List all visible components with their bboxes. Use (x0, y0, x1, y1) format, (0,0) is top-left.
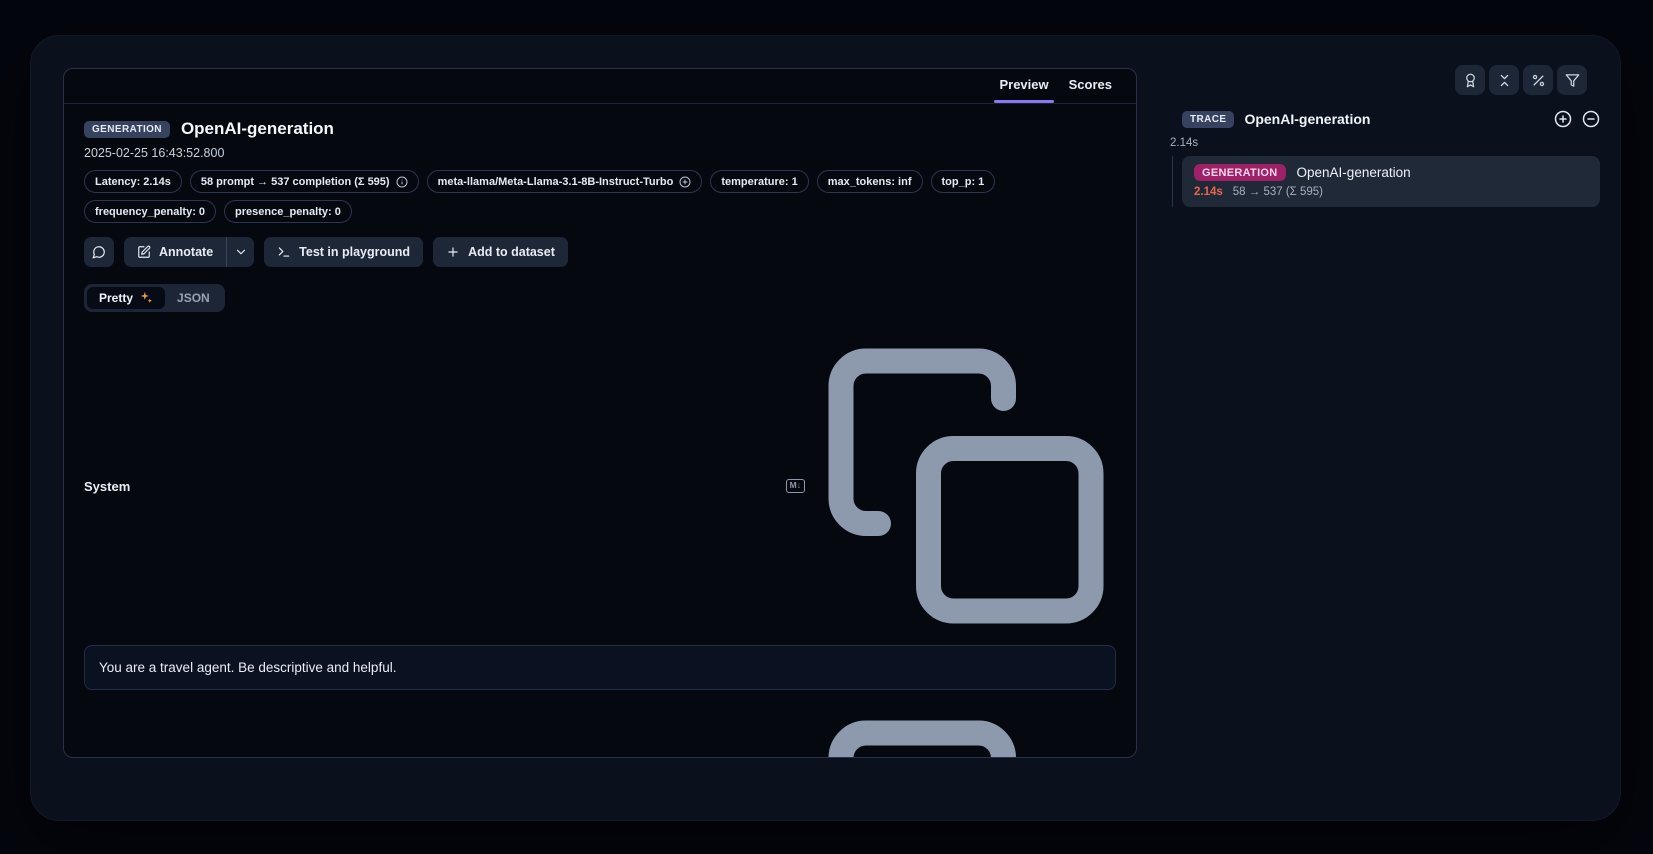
copy-icon[interactable] (816, 336, 1116, 636)
trace-badge: TRACE (1182, 111, 1234, 128)
metadata-pill: temperature: 1 (710, 170, 808, 193)
trace-tree-panel: TRACE OpenAI-generation 2.14s GENERATION… (1170, 110, 1600, 207)
trace-node-header: GENERATION OpenAI-generation (1194, 164, 1588, 181)
preview-panel: PreviewScores GENERATION OpenAI-generati… (63, 68, 1137, 758)
filter-icon (1565, 73, 1580, 88)
annotate-label: Annotate (159, 245, 213, 259)
trace-node-duration: 2.14s (1194, 186, 1223, 198)
trace-title: OpenAI-generation (1244, 111, 1370, 127)
pill-label: top_p: 1 (942, 176, 985, 188)
observation-timestamp: 2025-02-25 16:43:52.800 (84, 146, 1116, 160)
metadata-pill: Latency: 2.14s (84, 170, 182, 193)
toggle-json[interactable]: JSON (165, 287, 222, 309)
test-in-playground-button[interactable]: Test in playground (264, 237, 423, 267)
trace-node-title: OpenAI-generation (1297, 165, 1411, 180)
metadata-pill: top_p: 1 (931, 170, 996, 193)
action-row: Annotate Test in playground Add to datas… (84, 237, 1116, 267)
sparkles-icon (139, 291, 153, 305)
metadata-pills: Latency: 2.14s 58 prompt → 537 completion… (84, 170, 1024, 223)
plus-icon (446, 245, 460, 259)
trace-tree: GENERATION OpenAI-generation 2.14s 58 → … (1172, 156, 1600, 207)
award-icon (1463, 73, 1478, 88)
pill-label: temperature: 1 (721, 176, 797, 188)
collapse-vertical-icon (1497, 73, 1512, 88)
percent-icon (1531, 73, 1546, 88)
panel-body: GENERATION OpenAI-generation 2025-02-25 … (64, 104, 1136, 757)
pill-label: meta-llama/Meta-Llama-3.1-8B-Instruct-Tu… (438, 176, 674, 188)
tab-bar: PreviewScores (989, 69, 1122, 103)
filter-button[interactable] (1557, 65, 1587, 95)
message-header-icons: M↓ (786, 708, 1116, 757)
trace-node-generation[interactable]: GENERATION OpenAI-generation 2.14s 58 → … (1182, 156, 1600, 207)
message-list: System M↓ You are a travel agent. Be descr… (84, 318, 1116, 757)
view-toggle: Pretty JSON (84, 284, 225, 312)
pill-label: presence_penalty: 0 (235, 206, 341, 218)
comment-button[interactable] (84, 237, 114, 267)
info-icon[interactable] (396, 176, 408, 188)
panel-header: PreviewScores (64, 69, 1136, 104)
dataset-label: Add to dataset (468, 245, 555, 259)
copy-icon[interactable] (816, 708, 1116, 757)
trace-node-tokens: 58 → 537 (Σ 595) (1233, 186, 1323, 198)
message-content-system: You are a travel agent. Be descriptive a… (84, 645, 1116, 690)
message-header-icons: M↓ (786, 336, 1116, 636)
message-header-system: System M↓ (84, 336, 1116, 636)
trace-toolbar (1455, 65, 1587, 95)
terminal-icon (277, 245, 291, 259)
message-header-user: UserM↓ (84, 708, 1116, 757)
markdown-toggle-icon[interactable]: M↓ (786, 479, 805, 492)
square-pen-icon (137, 245, 151, 259)
page-background: PreviewScores GENERATION OpenAI-generati… (0, 0, 1653, 854)
annotate-split-button: Annotate (124, 237, 254, 267)
observation-title-row: GENERATION OpenAI-generation (84, 119, 1116, 139)
generation-badge: GENERATION (1194, 164, 1286, 181)
tab-scores[interactable]: Scores (1059, 69, 1122, 103)
pill-label: max_tokens: inf (828, 176, 912, 188)
pill-label: frequency_penalty: 0 (95, 206, 205, 218)
annotate-button[interactable]: Annotate (124, 237, 226, 267)
chevron-down-icon (234, 245, 248, 259)
expand-all-icon[interactable] (1554, 110, 1572, 128)
metadata-pill: presence_penalty: 0 (224, 200, 352, 223)
metadata-pill: 58 prompt → 537 completion (Σ 595) (190, 170, 419, 193)
circle-plus-icon[interactable] (679, 176, 691, 188)
pill-label: 58 prompt → 537 completion (Σ 595) (201, 176, 390, 188)
message-role-label: System (84, 479, 130, 494)
metadata-pill: frequency_penalty: 0 (84, 200, 216, 223)
collapse-vertical-button[interactable] (1489, 65, 1519, 95)
toggle-pretty[interactable]: Pretty (87, 287, 165, 309)
playground-label: Test in playground (299, 245, 410, 259)
tab-preview[interactable]: Preview (989, 69, 1058, 103)
annotate-menu-button[interactable] (226, 237, 254, 267)
observation-type-badge: GENERATION (84, 121, 170, 138)
add-to-dataset-button[interactable]: Add to dataset (433, 237, 568, 267)
award-button[interactable] (1455, 65, 1485, 95)
page-title: OpenAI-generation (181, 119, 334, 139)
collapse-all-icon[interactable] (1582, 110, 1600, 128)
trace-header: TRACE OpenAI-generation (1170, 110, 1600, 128)
metadata-pill: max_tokens: inf (817, 170, 923, 193)
metadata-pill: meta-llama/Meta-Llama-3.1-8B-Instruct-Tu… (427, 170, 703, 193)
app-window: PreviewScores GENERATION OpenAI-generati… (31, 36, 1620, 820)
percent-button[interactable] (1523, 65, 1553, 95)
message-paragraph: You are a travel agent. Be descriptive a… (99, 658, 1101, 677)
pill-label: Latency: 2.14s (95, 176, 171, 188)
trace-node-stats: 2.14s 58 → 537 (Σ 595) (1194, 186, 1588, 198)
trace-duration: 2.14s (1170, 137, 1600, 149)
pretty-label: Pretty (99, 291, 133, 305)
comment-icon (92, 245, 106, 259)
